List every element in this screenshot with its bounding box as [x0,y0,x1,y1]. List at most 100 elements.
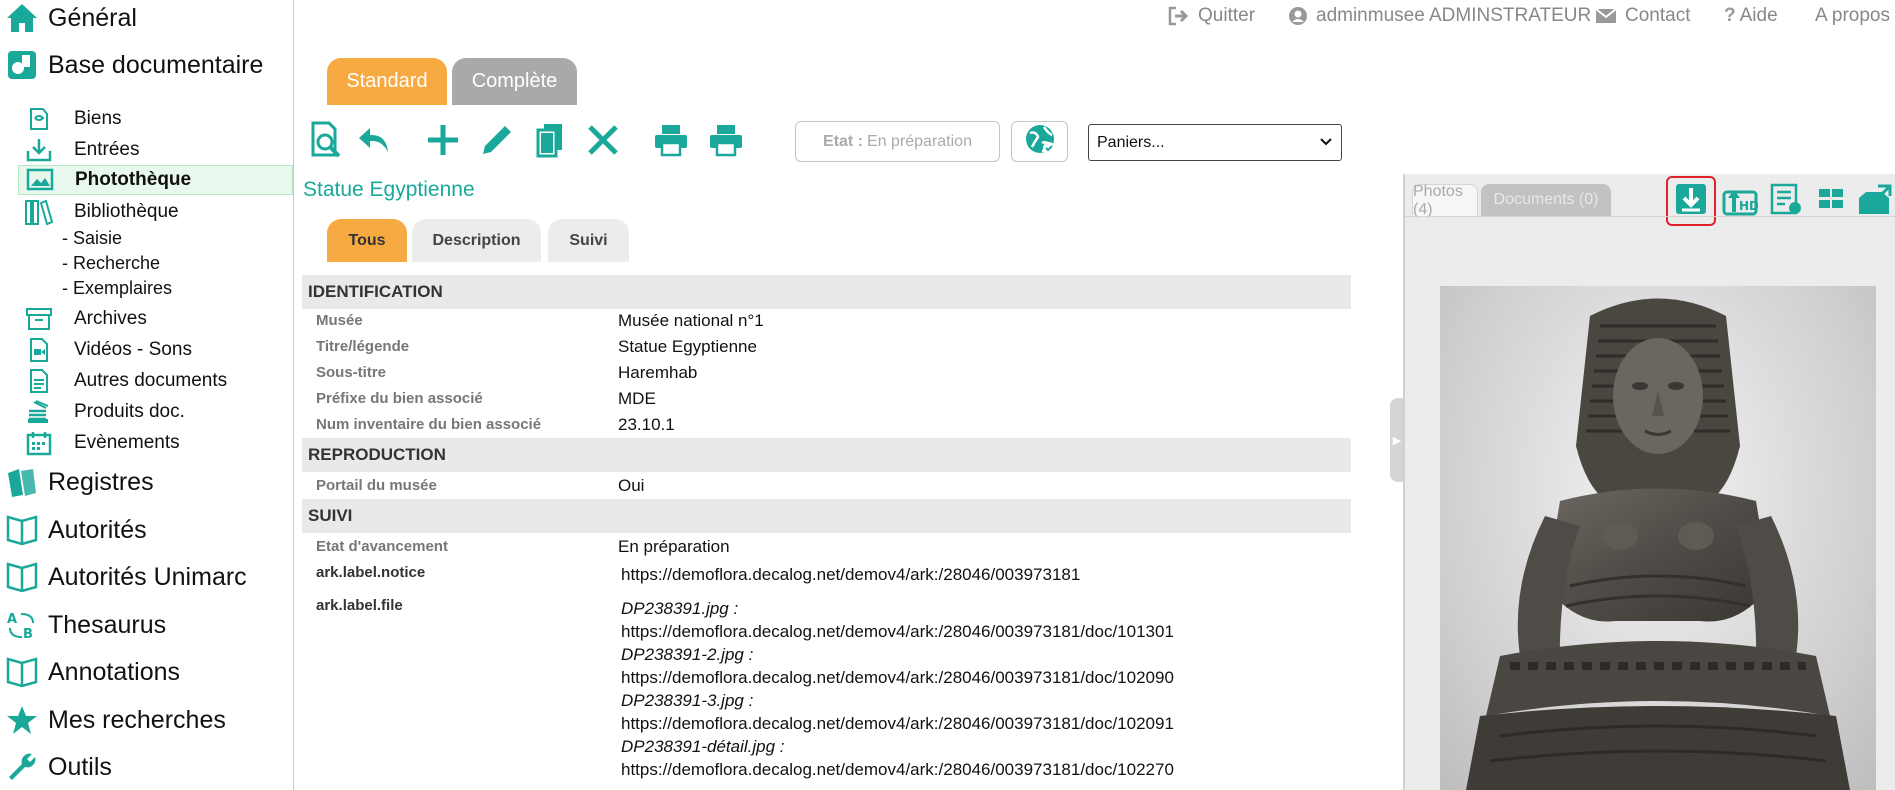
tab-label: Tous [348,231,386,249]
tab-complete[interactable]: Complète [452,58,577,105]
photo-preview[interactable] [1440,286,1876,790]
sidebar-item-biens[interactable]: Biens [24,104,122,134]
tab-photos[interactable]: Photos (4) [1412,182,1478,218]
library-sub-recherche[interactable]: - Recherche [62,253,160,274]
ark-file-url[interactable]: https://demoflora.decalog.net/demov4/ark… [621,758,1174,781]
field-value-num-inventaire: 23.10.1 [618,415,675,434]
publish-globe-button[interactable] [1011,121,1068,162]
sidebar-item-label: Biens [74,108,122,129]
grid-icon [1817,185,1845,218]
svg-text:A: A [7,612,17,627]
field-label-etat: Etat d'avancement [316,538,448,555]
print-list-button[interactable] [704,120,748,164]
preview-search-button[interactable] [305,120,349,164]
sidebar-item-label: Autres documents [74,370,228,391]
contact-label: Contact [1625,5,1691,26]
record-title: Statue Egyptienne [303,178,475,201]
tab-label: Complète [471,70,558,92]
contact-link[interactable]: Contact [1595,5,1690,27]
tab-label: Description [432,231,521,249]
sidebar-item-label: Annotations [48,657,181,686]
field-value-portail: Oui [618,476,645,495]
tab-suivi[interactable]: Suivi [548,219,629,262]
edit-button[interactable] [475,120,519,164]
panel-collapse-handle[interactable]: ▶ [1390,398,1404,482]
sidebar-item-general[interactable]: Général [0,0,137,38]
pencil-icon [479,122,515,163]
question-icon: ? [1724,5,1736,26]
tab-description[interactable]: Description [412,219,541,262]
sidebar-item-autorites-unimarc[interactable]: Autorités Unimarc [0,557,247,597]
delete-button[interactable] [581,120,625,164]
download-button[interactable] [1666,176,1716,226]
ark-file-url[interactable]: https://demoflora.decalog.net/demov4/ark… [621,712,1174,735]
add-button[interactable] [421,120,465,164]
sidebar-item-produits-doc[interactable]: Produits doc. [24,397,185,427]
help-label: Aide [1739,5,1778,26]
copy-icon [534,122,566,163]
caret-right-icon: ▶ [1392,434,1402,447]
tab-label: Documents (0) [1493,191,1599,208]
section-suivi: SUIVI [302,499,1351,533]
field-value-ark-notice[interactable]: https://demoflora.decalog.net/demov4/ark… [621,565,1080,585]
chevron-down-icon [1319,134,1333,152]
library-sub-exemplaires[interactable]: - Exemplaires [62,278,172,299]
tab-tous[interactable]: Tous [327,219,407,262]
tab-documents[interactable]: Documents (0) [1481,184,1611,216]
library-sub-saisie[interactable]: - Saisie [62,228,122,249]
panel-divider [1405,216,1895,217]
open-book-icon [2,510,42,550]
archive-box-icon [24,304,54,334]
sidebar-item-phototheque[interactable]: Photothèque [18,165,293,195]
tab-label: Photos (4) [1413,182,1463,218]
print-button[interactable] [649,120,693,164]
sidebar-item-label: Thesaurus [48,610,167,639]
ark-file-name: DP238391-détail.jpg : [621,737,785,756]
about-label: A propos [1815,5,1890,26]
sidebar-item-autorites[interactable]: Autorités [0,510,147,550]
tab-standard[interactable]: Standard [327,58,447,105]
library-icon [24,197,54,227]
sidebar-item-base-documentaire[interactable]: Base documentaire [0,45,263,85]
sidebar-item-outils[interactable]: Outils [0,747,112,787]
baskets-select[interactable]: Paniers... [1088,124,1342,161]
printer-icon [708,123,744,162]
user-menu[interactable]: adminmusee ADMINSTRATEUR [1288,5,1591,27]
sidebar-item-label: Entrées [74,139,140,160]
section-identification: IDENTIFICATION [302,275,1351,309]
sidebar-item-autres-documents[interactable]: Autres documents [24,366,227,396]
field-label-musee: Musée [316,312,363,329]
sidebar-item-entrees[interactable]: Entrées [24,135,139,165]
quit-link[interactable]: Quitter [1168,5,1255,27]
field-value-titre: Statue Egyptienne [618,337,757,356]
sidebar-item-registres[interactable]: Registres [0,462,154,502]
duplicate-button[interactable] [528,120,572,164]
home-icon [2,0,42,38]
box-upload-icon [1856,182,1894,221]
sidebar-item-bibliotheque[interactable]: Bibliothèque [24,197,179,227]
sidebar-item-annotations[interactable]: Annotations [0,652,180,692]
quit-label: Quitter [1198,5,1256,26]
about-link[interactable]: A propos [1815,5,1890,27]
document-icon [24,366,54,396]
baskets-select-value: Paniers... [1097,133,1165,151]
undo-button[interactable] [352,120,396,164]
help-link[interactable]: ? Aide [1724,5,1778,27]
ark-file-url[interactable]: https://demoflora.decalog.net/demov4/ark… [621,666,1174,689]
sidebar-item-thesaurus[interactable]: AB Thesaurus [0,605,166,645]
hd-upload-icon: HD [1720,182,1759,221]
sidebar-item-archives[interactable]: Archives [24,304,147,334]
sidebar-item-label: Base documentaire [48,50,264,79]
sidebar-item-label: Bibliothèque [74,201,179,222]
sidebar-item-mes-recherches[interactable]: Mes recherches [0,700,226,740]
download-icon [1674,182,1708,221]
stack-icon [24,397,54,427]
ark-file-url[interactable]: https://demoflora.decalog.net/demov4/ark… [621,620,1174,643]
images-icon [25,165,55,195]
sidebar-item-label: Mes recherches [48,705,226,734]
sidebar-item-videos-sons[interactable]: Vidéos - Sons [24,335,192,365]
globe-icon [1022,121,1058,162]
printer-icon [653,123,689,162]
sidebar-item-evenements[interactable]: Evènements [24,428,180,458]
calendar-icon [24,428,54,458]
